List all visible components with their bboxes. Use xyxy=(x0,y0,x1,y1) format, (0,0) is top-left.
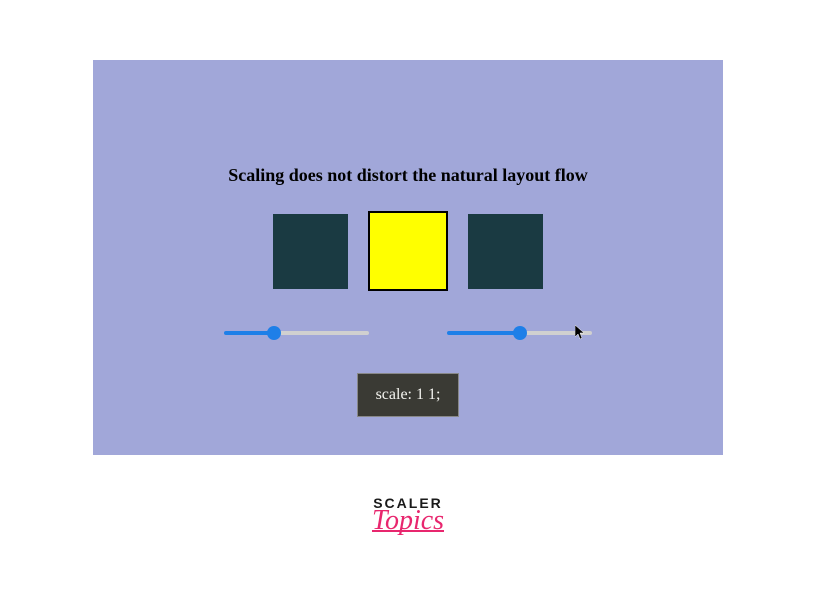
sliders-row xyxy=(224,331,592,335)
scale-y-slider[interactable] xyxy=(447,331,592,335)
box-left xyxy=(273,214,348,289)
boxes-row xyxy=(273,211,543,291)
logo-topics-text: Topics xyxy=(372,505,444,537)
demo-heading: Scaling does not distort the natural lay… xyxy=(228,165,588,186)
scale-x-slider[interactable] xyxy=(224,331,369,335)
box-center xyxy=(368,211,448,291)
code-output-label: scale: 1 1; xyxy=(357,373,460,417)
brand-logo: SCALER Topics xyxy=(372,495,444,537)
demo-container: Scaling does not distort the natural lay… xyxy=(93,60,723,455)
box-right xyxy=(468,214,543,289)
